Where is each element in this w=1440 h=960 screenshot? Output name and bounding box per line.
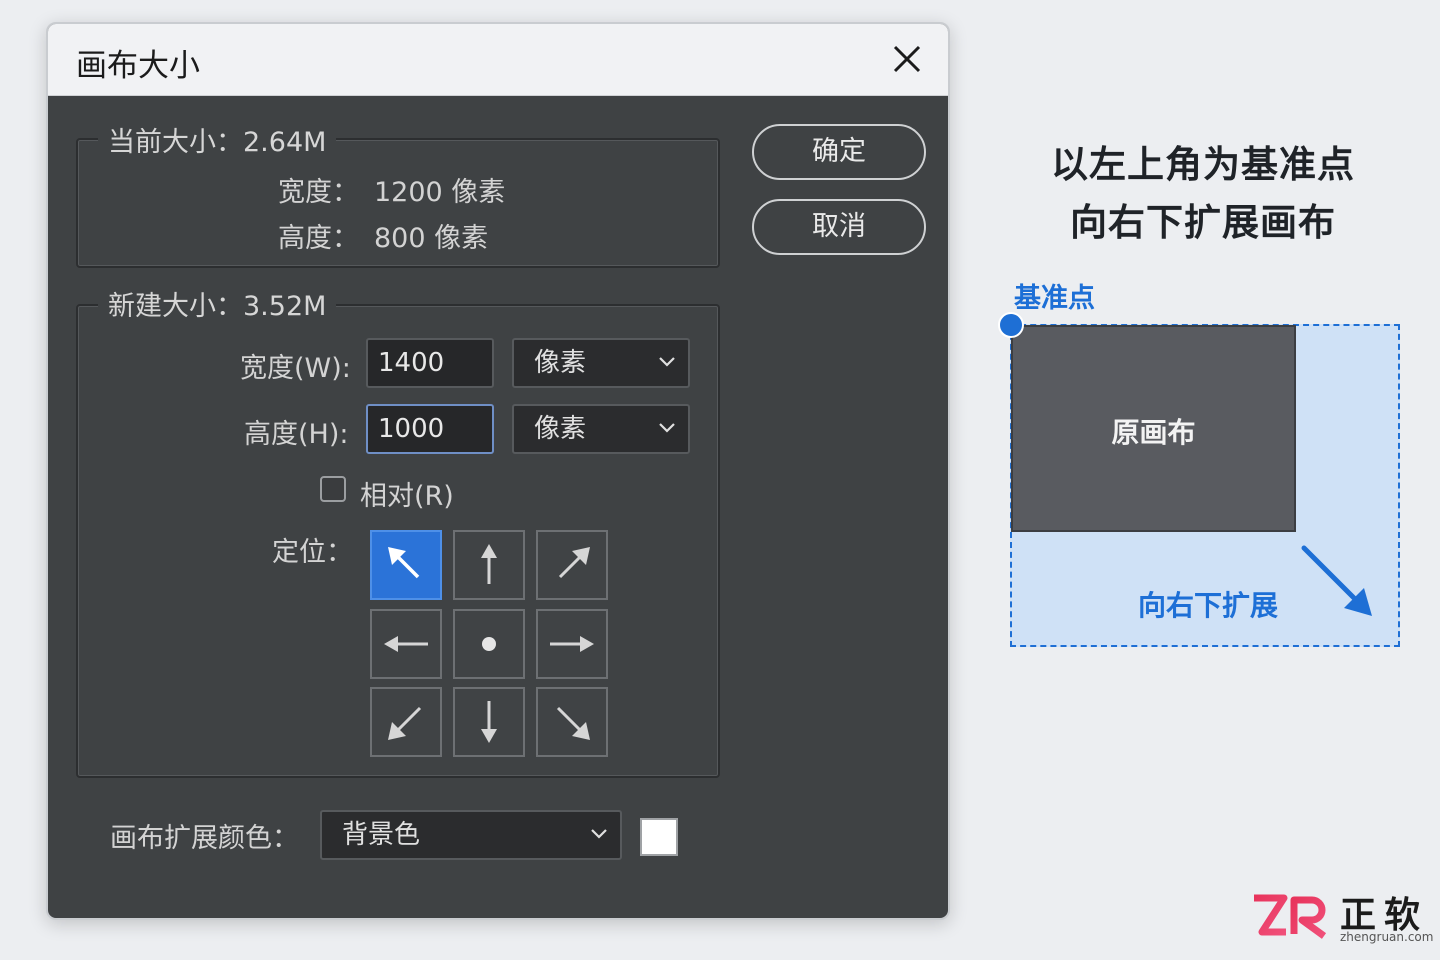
extension-color-value: 背景色 — [342, 820, 421, 850]
anchor-top-left[interactable] — [370, 530, 442, 600]
close-button[interactable] — [890, 42, 924, 76]
zr-logo-icon — [1254, 894, 1327, 939]
anchor-bottom-left[interactable] — [370, 687, 442, 757]
anchor-point-dot — [998, 312, 1024, 338]
arrow-up-right-icon — [558, 547, 590, 579]
ok-button[interactable]: 确定 — [752, 124, 926, 180]
relative-label: 相对(R) — [360, 481, 454, 512]
anchor-top-right[interactable] — [536, 530, 608, 600]
width-unit-select[interactable]: 像素 — [512, 338, 690, 388]
new-size-legend: 新建大小：3.52M — [98, 284, 337, 323]
logo-url: zhengruan.com — [1340, 930, 1434, 944]
arrow-right-icon — [550, 636, 594, 652]
arrow-left-icon — [384, 636, 428, 652]
original-canvas: 原画布 — [1011, 325, 1296, 532]
arrow-down-left-icon — [388, 706, 422, 740]
new-height-label: 高度(H): — [244, 419, 349, 450]
original-canvas-label: 原画布 — [1111, 416, 1196, 449]
anchor-right[interactable] — [536, 609, 608, 679]
width-input[interactable]: 1400 — [366, 338, 494, 388]
arrow-down-right-icon — [556, 706, 590, 740]
width-unit-value: 像素 — [534, 348, 587, 378]
new-width-label: 宽度(W): — [240, 353, 351, 384]
arrow-down-icon — [481, 701, 497, 743]
anchor-top[interactable] — [453, 530, 525, 600]
arrow-up-left-icon — [388, 547, 420, 579]
current-width-label: 宽度： — [278, 177, 359, 208]
canvas-size-dialog: 画布大小 当前大小：2.64M 宽度： 1200 像素 高度： 800 像素 新… — [46, 22, 950, 920]
anchor-label: 定位： — [272, 537, 353, 568]
cancel-button[interactable]: 取消 — [752, 199, 926, 255]
close-icon — [893, 45, 921, 73]
current-width-value: 1200 像素 — [374, 177, 506, 208]
chevron-down-icon — [659, 357, 675, 367]
chevron-down-icon — [659, 423, 675, 433]
height-unit-select[interactable]: 像素 — [512, 404, 690, 454]
expand-direction-label: 向右下扩展 — [1138, 589, 1279, 622]
anchor-bottom-right[interactable] — [536, 687, 608, 757]
extension-color-label: 画布扩展颜色： — [110, 823, 299, 854]
dot-icon — [482, 637, 496, 651]
anchor-center[interactable] — [453, 609, 525, 679]
height-input[interactable]: 1000 — [366, 404, 494, 454]
height-unit-value: 像素 — [534, 414, 587, 444]
dialog-title: 画布大小 — [76, 48, 200, 84]
extension-color-swatch[interactable] — [640, 818, 678, 856]
dialog-titlebar: 画布大小 — [48, 24, 948, 96]
anchor-point-caption: 基准点 — [1014, 283, 1095, 314]
extension-color-select[interactable]: 背景色 — [320, 810, 622, 860]
anchor-left[interactable] — [370, 609, 442, 679]
current-height-value: 800 像素 — [374, 223, 489, 254]
chevron-down-icon — [591, 829, 607, 839]
illustration-heading-line2: 向右下扩展画布 — [1070, 201, 1336, 244]
arrow-down-right-icon — [1301, 545, 1372, 616]
current-size-legend: 当前大小：2.64M — [98, 120, 337, 159]
anchor-bottom[interactable] — [453, 687, 525, 757]
arrow-up-icon — [481, 544, 497, 584]
relative-checkbox[interactable] — [320, 476, 346, 502]
illustration-heading-line1: 以左上角为基准点 — [1051, 143, 1355, 186]
current-height-label: 高度： — [278, 223, 359, 254]
